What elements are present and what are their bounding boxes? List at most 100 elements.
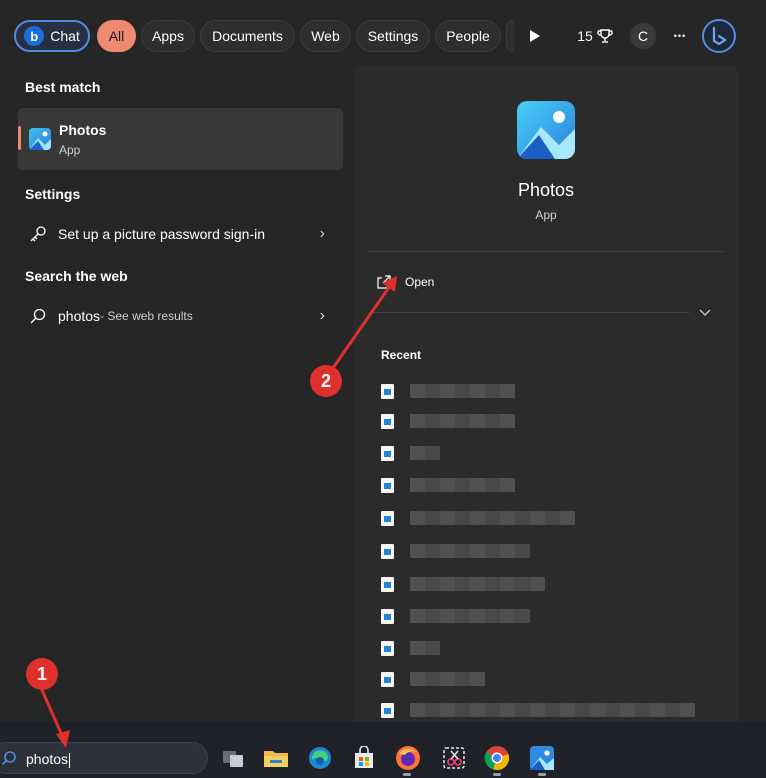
step-1-badge: 1 [26, 658, 58, 690]
web-result-query: photos [58, 308, 101, 324]
step-2-number: 2 [320, 370, 331, 391]
settings-result-label: Set up a picture password sign-in [58, 226, 265, 242]
apps-filter-button[interactable]: Apps [141, 20, 195, 52]
chevron-right-icon: › [319, 225, 325, 242]
taskbar-search-box[interactable]: photos [0, 742, 208, 774]
photos-app-icon [29, 128, 51, 150]
step-1-number: 1 [36, 663, 47, 684]
more-options-icon[interactable]: ••• [668, 22, 692, 50]
avatar-initial: C [637, 28, 649, 44]
redacted-filename [410, 672, 485, 686]
image-file-icon [381, 510, 394, 526]
chat-label: Chat [50, 28, 80, 44]
chevron-right-icon: › [319, 307, 325, 324]
redacted-filename [410, 384, 515, 398]
image-file-icon [381, 702, 394, 718]
best-match-heading: Best match [25, 79, 101, 95]
people-filter-button[interactable]: People [435, 20, 501, 52]
play-icon[interactable] [525, 22, 545, 50]
settings-filter-button[interactable]: Settings [356, 20, 430, 52]
web-result-suffix: - See web results [100, 309, 193, 323]
account-avatar[interactable]: C [630, 23, 656, 49]
documents-filter-button[interactable]: Documents [200, 20, 295, 52]
recent-file[interactable] [381, 411, 515, 431]
documents-label: Documents [212, 28, 283, 44]
recent-file[interactable] [381, 669, 485, 689]
divider [369, 251, 723, 252]
search-flyout: b Chat All Apps Documents Web Settings P… [0, 0, 766, 722]
more-glyph: ••• [673, 31, 687, 41]
image-file-icon [381, 445, 394, 461]
snipping-tool-icon[interactable] [441, 745, 467, 771]
recent-file[interactable] [381, 541, 530, 561]
search-web-heading: Search the web [25, 268, 128, 284]
search-input-value: photos [26, 751, 69, 767]
filter-bar: b Chat All Apps Documents Web Settings P… [0, 0, 766, 68]
open-action[interactable]: Open [377, 270, 434, 294]
recent-file[interactable] [381, 381, 515, 401]
recent-file[interactable] [381, 606, 530, 626]
store-icon[interactable] [351, 745, 377, 771]
chat-filter-button[interactable]: b Chat [14, 20, 90, 52]
photos-icon[interactable] [529, 745, 555, 771]
all-filter-button[interactable]: All [97, 20, 136, 52]
bing-icon: b [24, 26, 45, 46]
recent-file[interactable] [381, 443, 440, 463]
search-icon [1, 751, 16, 766]
settings-heading: Settings [25, 186, 81, 202]
web-result-photos[interactable]: photos - See web results › [18, 298, 343, 334]
recent-file[interactable] [381, 700, 695, 720]
recent-file[interactable] [381, 638, 440, 658]
redacted-filename [410, 544, 530, 558]
step-2-badge: 2 [310, 365, 342, 397]
redacted-filename [410, 414, 515, 428]
search-input[interactable]: photos [26, 751, 71, 768]
recent-file[interactable] [381, 475, 515, 495]
selection-indicator [18, 126, 21, 150]
open-external-icon [377, 275, 391, 289]
image-file-icon [381, 413, 394, 429]
results-column: Best match Photos App Settings Set up a … [0, 68, 352, 722]
image-file-icon [381, 640, 394, 656]
chevron-down-icon[interactable] [699, 304, 711, 320]
best-match-name: Photos [59, 122, 107, 138]
key-icon [18, 225, 58, 243]
preview-pane: Photos App Open Recent [353, 66, 739, 722]
divider [369, 312, 689, 313]
more-filters-edge [506, 20, 514, 52]
preview-app-type: App [535, 208, 557, 222]
edge-icon[interactable] [307, 745, 333, 771]
redacted-filename [410, 641, 440, 655]
bing-chat-icon[interactable] [702, 19, 736, 53]
chrome-icon[interactable] [484, 745, 510, 771]
rewards-points[interactable]: 15 [574, 22, 616, 50]
redacted-filename [410, 511, 575, 525]
redacted-filename [410, 609, 530, 623]
best-match-photos[interactable]: Photos App [18, 108, 343, 170]
image-file-icon [381, 608, 394, 624]
text-caret [69, 752, 71, 768]
file-explorer-icon[interactable] [263, 745, 289, 771]
all-label: All [108, 28, 125, 44]
people-label: People [446, 28, 490, 44]
web-label: Web [311, 28, 340, 44]
redacted-filename [410, 577, 545, 591]
image-file-icon [381, 671, 394, 687]
image-file-icon [381, 576, 394, 592]
redacted-filename [410, 446, 440, 460]
recent-file[interactable] [381, 574, 545, 594]
running-indicator [493, 773, 501, 776]
recent-file[interactable] [381, 508, 575, 528]
settings-result-picture-password[interactable]: Set up a picture password sign-in › [18, 216, 343, 252]
image-file-icon [381, 543, 394, 559]
points-value: 15 [577, 28, 593, 44]
recent-heading: Recent [381, 348, 422, 362]
image-file-icon [381, 477, 394, 493]
trophy-icon [597, 29, 613, 43]
running-indicator [538, 773, 546, 776]
web-filter-button[interactable]: Web [300, 20, 351, 52]
task-view-icon[interactable] [220, 745, 246, 771]
firefox-icon[interactable] [395, 745, 421, 771]
settings-label: Settings [367, 28, 419, 44]
preview-app-name: Photos [517, 180, 575, 200]
